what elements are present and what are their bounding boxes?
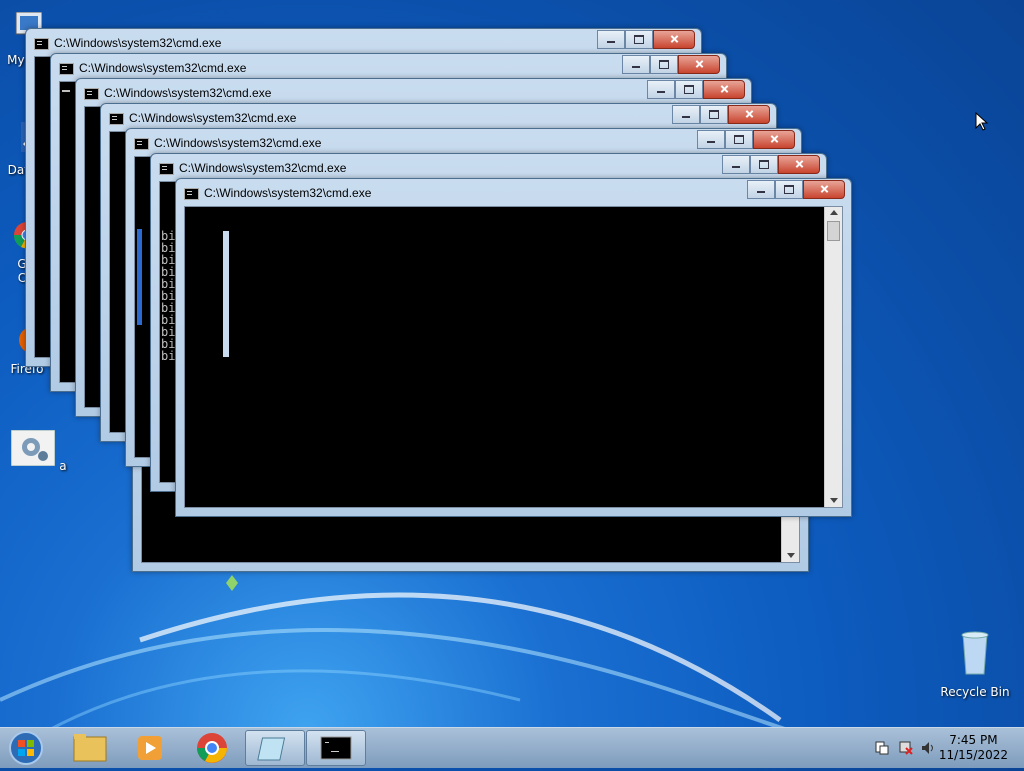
console-output: bi bi bi bi bi bi bi bi bi bi bi	[161, 230, 175, 362]
cmd-window-front[interactable]: C:\Windows\system32\cmd.exe	[175, 178, 852, 517]
title-bar[interactable]: C:\Windows\system32\cmd.exe	[51, 54, 726, 80]
system-tray: 7:45 PM 11/15/2022	[854, 728, 1024, 768]
scroll-up-arrow-icon[interactable]	[830, 210, 838, 215]
start-button[interactable]	[4, 728, 46, 768]
desktop-icon-label: Recycle Bin	[940, 685, 1010, 699]
minimize-button[interactable]	[647, 80, 675, 99]
scrollbar[interactable]	[824, 207, 842, 507]
maximize-button[interactable]	[750, 155, 778, 174]
close-button[interactable]	[653, 30, 695, 49]
close-button[interactable]	[803, 180, 845, 199]
scroll-thumb[interactable]	[827, 221, 840, 241]
title-bar[interactable]: C:\Windows\system32\cmd.exe	[126, 129, 801, 155]
maximize-button[interactable]	[700, 105, 728, 124]
desktop-icon-recycle-bin[interactable]: Recycle Bin	[940, 630, 1010, 699]
recycle-bin-icon	[961, 631, 989, 675]
window-title: C:\Windows\system32\cmd.exe	[204, 186, 372, 200]
cmd-icon	[184, 188, 199, 200]
title-bar[interactable]: C:\Windows\system32\cmd.exe	[176, 179, 851, 205]
cmd-icon	[84, 88, 99, 100]
close-button[interactable]	[703, 80, 745, 99]
minimize-button[interactable]	[622, 55, 650, 74]
window-title: C:\Windows\system32\cmd.exe	[154, 136, 322, 150]
selection-highlight	[137, 229, 142, 325]
minimize-button[interactable]	[672, 105, 700, 124]
window-title: C:\Windows\system32\cmd.exe	[54, 36, 222, 50]
clock[interactable]: 7:45 PM 11/15/2022	[939, 733, 1008, 763]
media-player-icon	[138, 736, 162, 760]
windows-logo-icon	[9, 731, 43, 765]
folder-icon	[73, 734, 107, 762]
close-button[interactable]	[728, 105, 770, 124]
minimize-button[interactable]	[722, 155, 750, 174]
volume-icon[interactable]	[920, 740, 936, 756]
title-bar[interactable]: C:\Windows\system32\cmd.exe	[151, 154, 826, 180]
cmd-icon	[34, 38, 49, 50]
maximize-button[interactable]	[725, 130, 753, 149]
cmd-icon	[159, 163, 174, 175]
title-bar[interactable]: C:\Windows\system32\cmd.exe	[101, 104, 776, 130]
network-icon[interactable]	[898, 740, 914, 756]
minimize-button[interactable]	[747, 180, 775, 199]
taskbar-explorer[interactable]	[60, 730, 120, 766]
minimize-button[interactable]	[597, 30, 625, 49]
mouse-cursor-icon	[975, 112, 989, 131]
maximize-button[interactable]	[650, 55, 678, 74]
maximize-button[interactable]	[625, 30, 653, 49]
action-center-icon[interactable]	[874, 740, 890, 756]
title-bar[interactable]: C:\Windows\system32\cmd.exe	[76, 79, 751, 105]
close-button[interactable]	[753, 130, 795, 149]
cursor	[62, 90, 70, 92]
taskbar-cmd[interactable]	[306, 730, 366, 766]
cmd-icon	[134, 138, 149, 150]
console-line: bi	[161, 349, 176, 363]
close-button[interactable]	[678, 55, 720, 74]
clock-time: 7:45 PM	[949, 733, 998, 747]
desktop-icon-a[interactable]: a	[4, 429, 74, 473]
window-edge-fragment	[223, 231, 229, 357]
taskbar-media-player[interactable]	[120, 730, 180, 766]
clock-date: 11/15/2022	[938, 748, 1008, 762]
console-area[interactable]	[184, 206, 843, 508]
cmd-icon	[109, 113, 124, 125]
cmd-icon	[320, 736, 352, 760]
cmd-icon	[59, 63, 74, 75]
scroll-down-arrow-icon[interactable]	[830, 498, 838, 503]
notepad-icon	[257, 737, 286, 761]
window-title: C:\Windows\system32\cmd.exe	[104, 86, 272, 100]
scroll-down-arrow-icon[interactable]	[787, 553, 795, 558]
taskbar-chrome[interactable]	[182, 730, 242, 766]
taskbar-notepad[interactable]	[245, 730, 305, 766]
chrome-icon	[197, 733, 227, 763]
maximize-button[interactable]	[675, 80, 703, 99]
window-title: C:\Windows\system32\cmd.exe	[129, 111, 297, 125]
title-bar[interactable]: C:\Windows\system32\cmd.exe	[26, 29, 701, 55]
close-button[interactable]	[778, 155, 820, 174]
taskbar: 7:45 PM 11/15/2022	[0, 727, 1024, 768]
desktop-icon-label: a	[59, 459, 67, 473]
settings-file-icon	[10, 429, 56, 467]
maximize-button[interactable]	[775, 180, 803, 199]
minimize-button[interactable]	[697, 130, 725, 149]
window-title: C:\Windows\system32\cmd.exe	[79, 61, 247, 75]
window-title: C:\Windows\system32\cmd.exe	[179, 161, 347, 175]
